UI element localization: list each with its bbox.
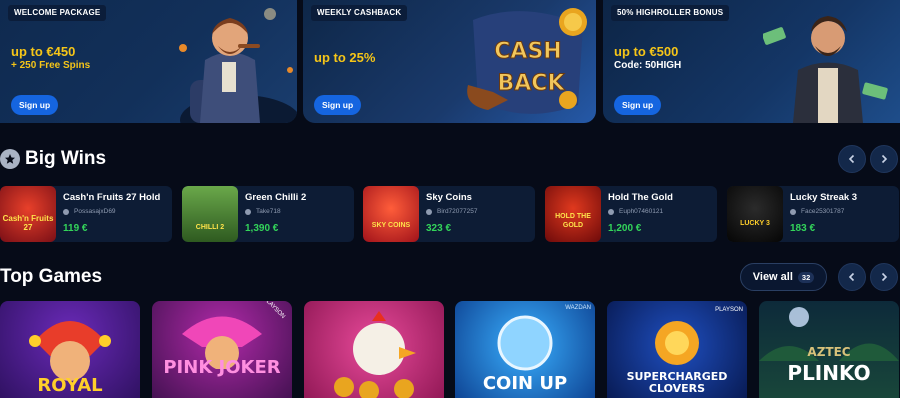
promo-offer: up to €450 [11,44,76,59]
promo-code: Code: 50HIGH [614,60,682,71]
signup-button[interactable]: Sign up [614,95,662,115]
top-games-header: Top Games [0,266,102,288]
game-thumbnail: LUCKY 3 [727,186,783,242]
user-icon [608,208,614,215]
clover-illustration [655,321,699,365]
win-user: Face25301787 [790,208,844,215]
user-icon [63,208,69,215]
star-icon [0,149,20,169]
promo-tag: WELCOME PACKAGE [8,5,107,21]
win-username: PossasajxD69 [74,208,116,215]
view-all-label: View all [752,271,793,283]
game-title: COIN UP [482,373,568,394]
promo-banners: WELCOME PACKAGE up to €450 + 250 Free Sp… [0,0,900,123]
jester-illustration [29,321,111,381]
promo-tag: 50% HIGHROLLER BONUS [611,5,730,21]
game-tile[interactable] [304,301,444,398]
chevron-left-icon [848,272,855,282]
win-card[interactable]: Cash'n Fruits 27 Cash'n Fruits 27 Hold P… [0,186,172,242]
provider-badge: WAZDAN [565,305,591,311]
cashback-art-text: BACK [498,71,566,96]
user-icon [245,208,251,215]
user-icon [790,208,796,215]
win-username: Take718 [256,208,281,215]
win-user: PossasajxD69 [63,208,116,215]
promo-offer-detail: + 250 Free Spins [11,60,91,71]
promo-tag: WEEKLY CASHBACK [311,5,408,21]
game-thumbnail: Cash'n Fruits 27 [0,186,56,242]
win-user: Euph07460121 [608,208,663,215]
signup-button[interactable]: Sign up [11,95,59,115]
thumb-label: CHILLI 2 [195,224,225,231]
win-amount: 1,390 € [245,223,279,234]
game-tile[interactable]: AZTEC PLINKO [759,301,899,398]
promo-offer: up to 25% [314,50,376,65]
game-thumbnail: SKY COINS [363,186,419,242]
promo-character-illustration [763,16,888,123]
promo-character-illustration [179,8,297,123]
win-amount: 323 € [426,223,452,234]
big-wins-list: Cash'n Fruits 27 Cash'n Fruits 27 Hold P… [0,186,900,242]
top-games-list: ROYAL PLAYSON PINK JOKER WAZDAN COIN UP … [0,301,900,398]
provider-badge: PLAYSON [715,307,743,313]
promo-banner-cashback[interactable]: WEEKLY CASHBACK up to 25% Sign up CASH B… [303,0,596,123]
win-card[interactable]: LUCKY 3 Lucky Streak 3 Face25301787 183 … [727,186,899,242]
big-wins-prev-button[interactable] [838,145,866,173]
win-game-name: Hold The Gold [608,192,673,203]
chevron-right-icon [881,154,888,164]
win-card[interactable]: SKY COINS Sky Coins Bird72077257 323 € [363,186,535,242]
game-tile[interactable]: PLAYSON PINK JOKER [152,301,292,398]
thumb-label: LUCKY 3 [740,220,770,227]
signup-button[interactable]: Sign up [314,95,362,115]
win-game-name: Sky Coins [426,192,472,203]
game-tile[interactable]: ROYAL [0,301,140,398]
game-title: PINK JOKER [163,357,281,378]
win-game-name: Cash'n Fruits 27 Hold [63,192,161,203]
thumb-label: HOLD THE GOLD [555,213,591,229]
cashback-art-text: CASH [494,39,561,64]
game-thumbnail: CHILLI 2 [182,186,238,242]
cashback-illustration: CASH BACK [467,8,587,114]
thumb-label: Cash'n Fruits 27 [2,214,54,232]
promo-banner-welcome[interactable]: WELCOME PACKAGE up to €450 + 250 Free Sp… [0,0,297,123]
win-game-name: Green Chilli 2 [245,192,307,203]
coin-illustration [497,315,553,371]
win-username: Face25301787 [801,208,845,215]
game-title: SUPERCHARGED CLOVERS [626,370,728,395]
win-card[interactable]: CHILLI 2 Green Chilli 2 Take718 1,390 € [182,186,354,242]
win-amount: 119 € [63,223,88,234]
win-game-name: Lucky Streak 3 [790,192,858,203]
view-all-button[interactable]: View all 32 [740,263,827,291]
win-card[interactable]: HOLD THE GOLD Hold The Gold Euph07460121… [545,186,717,242]
view-all-count: 32 [797,271,815,283]
game-title: ROYAL [37,375,103,396]
top-games-next-button[interactable] [870,263,898,291]
win-user: Bird72077257 [426,208,477,215]
section-title: Big Wins [25,148,107,169]
win-amount: 183 € [790,223,816,234]
win-username: Bird72077257 [437,208,478,215]
win-amount: 1,200 € [608,223,642,234]
game-thumbnail: HOLD THE GOLD [545,186,601,242]
chevron-right-icon [881,272,888,282]
big-wins-next-button[interactable] [870,145,898,173]
win-user: Take718 [245,208,281,215]
thumb-label: SKY COINS [371,222,411,229]
section-title: Top Games [0,266,103,287]
promo-offer: up to €500 [614,44,679,59]
game-title: PLINKO [787,361,871,385]
top-games-prev-button[interactable] [838,263,866,291]
chicken-illustration [334,311,416,398]
chevron-left-icon [848,154,855,164]
game-subtitle: AZTEC [807,345,851,359]
win-username: Euph07460121 [619,208,664,215]
promo-banner-highroller[interactable]: 50% HIGHROLLER BONUS up to €500 Code: 50… [603,0,900,123]
big-wins-header: Big Wins [0,148,106,170]
game-tile[interactable]: PLAYSON SUPERCHARGED CLOVERS [607,301,747,398]
user-icon [426,208,432,215]
game-tile[interactable]: WAZDAN COIN UP [455,301,595,398]
